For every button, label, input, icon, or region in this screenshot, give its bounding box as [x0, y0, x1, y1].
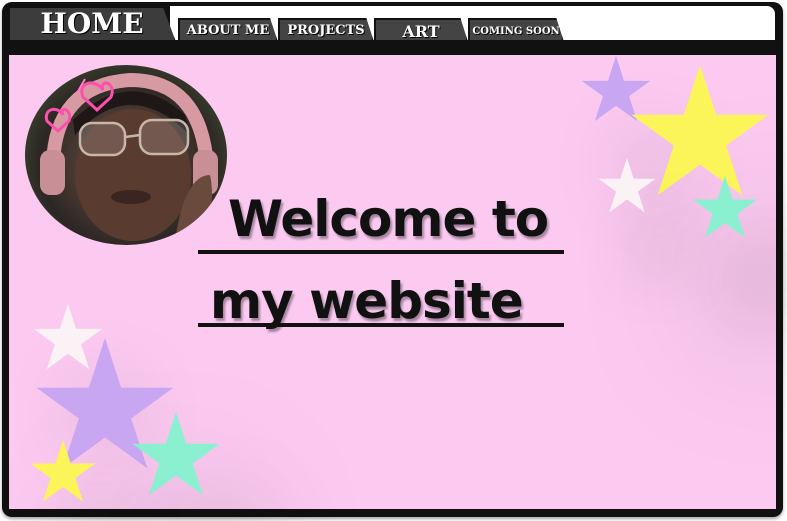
star-icon: [631, 65, 769, 196]
star-icon: [692, 176, 758, 238]
star-icon: [581, 56, 651, 122]
star-icon: [598, 158, 656, 213]
decorative-stars: [30, 56, 769, 502]
star-icon: [132, 412, 220, 496]
star-icon: [33, 304, 103, 370]
